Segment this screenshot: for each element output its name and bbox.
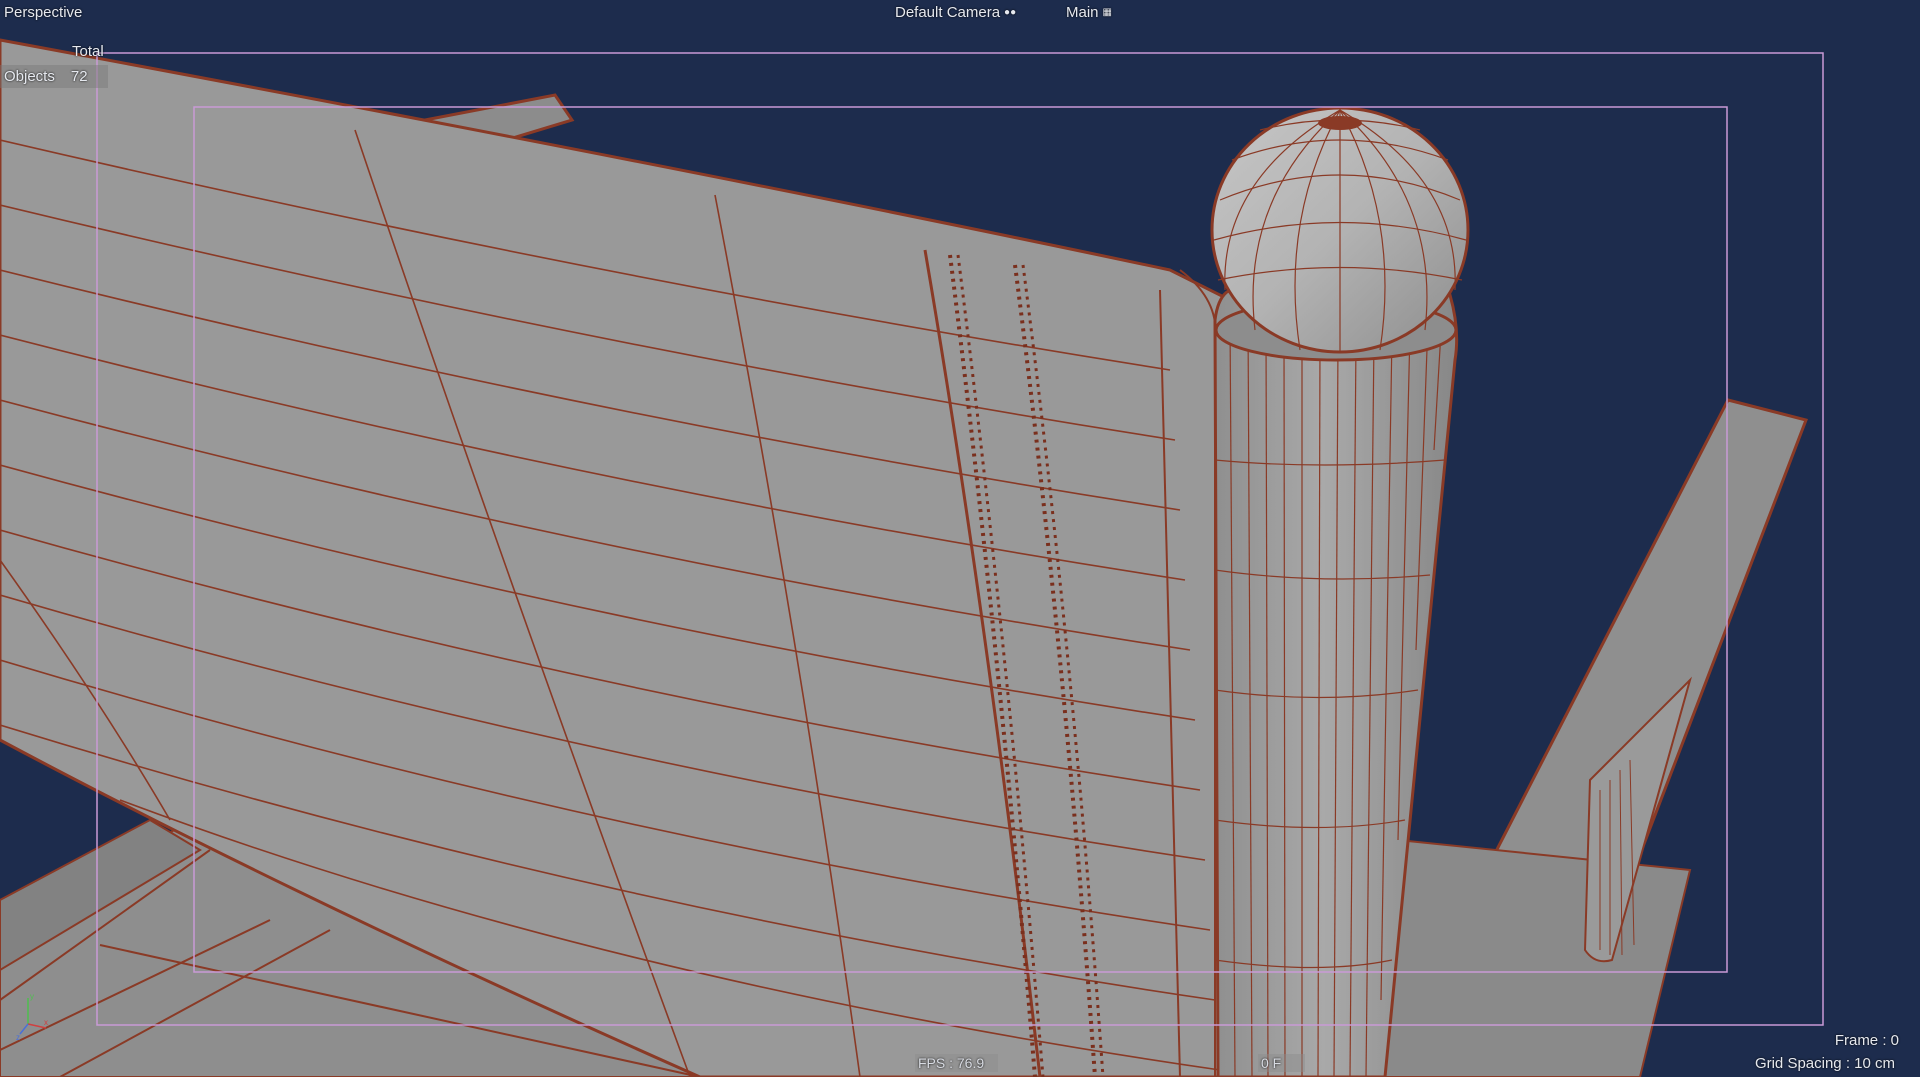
frame-field: 0 F [1258,1054,1306,1072]
3d-viewport[interactable]: Perspective Default Camera ●● Main ▦ Tot… [0,0,1920,1077]
stats-objects-row: Objects 72 [0,65,108,88]
display-menu-label: Main [1066,4,1099,21]
axis-gizmo-icon[interactable]: y x z [14,990,54,1040]
camera-menu[interactable]: Default Camera ●● [895,4,1016,21]
scene-render[interactable] [0,0,1920,1077]
chair-arm [1378,398,1809,1077]
frame-label: Frame : 0 [1834,1032,1899,1049]
axis-x-label: x [44,1018,48,1027]
objects-label: Objects [4,68,55,85]
axis-z-label: z [16,1033,20,1040]
grid-spacing-label: Grid Spacing : 10 cm [1754,1055,1895,1072]
display-menu[interactable]: Main ▦ [1066,4,1112,21]
display-icon: ▦ [1102,7,1112,18]
objects-count: 72 [70,68,88,85]
camera-icon: ●● [1004,7,1017,18]
fps-readout: FPS : 76.9 [915,1054,999,1072]
view-name-label[interactable]: Perspective [4,4,82,21]
stats-total-label: Total [72,43,104,60]
finial-ball [1210,106,1470,354]
camera-menu-label: Default Camera [895,4,1001,21]
axis-y-label: y [30,992,34,1001]
